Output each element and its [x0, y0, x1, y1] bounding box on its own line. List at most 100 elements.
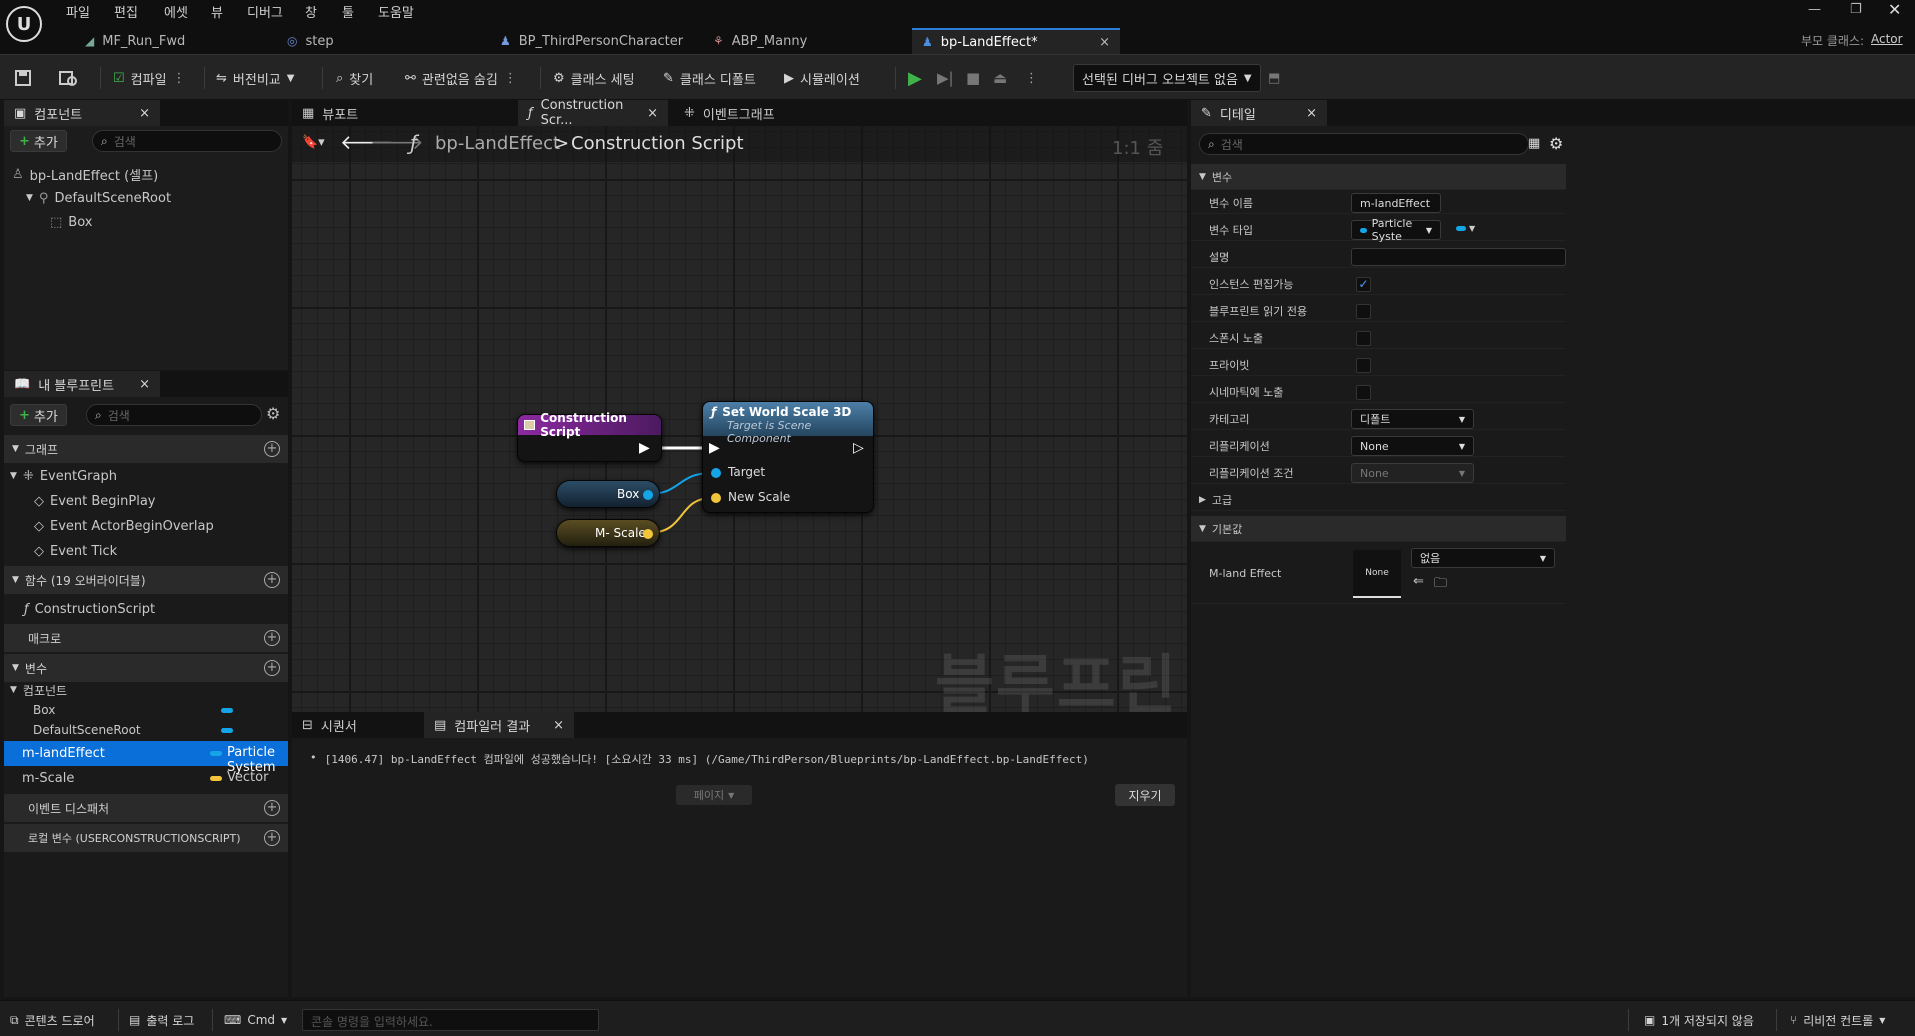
add-macro-icon[interactable]: +	[264, 630, 280, 646]
menu-window[interactable]: 창	[305, 2, 317, 21]
expose-on-spawn-checkbox[interactable]	[1356, 331, 1371, 346]
simulation-button[interactable]: ▶ 시뮬레이션	[784, 65, 860, 91]
tree-event-tick[interactable]: ◇ Event Tick	[34, 539, 117, 563]
new-scale-pin[interactable]	[711, 493, 721, 503]
var-box[interactable]: Box	[33, 699, 233, 721]
find-button[interactable]: ⌕ 찾기	[336, 65, 373, 91]
add-component-button[interactable]: + 추가	[10, 130, 67, 152]
node-mscale-getter[interactable]: M- Scale	[556, 519, 660, 547]
add-member-button[interactable]: + 추가	[10, 404, 67, 426]
close-icon[interactable]: ×	[1306, 106, 1317, 121]
tab-construction-script[interactable]: ƒ Construction Scr... ×	[518, 98, 668, 128]
tree-event-actorbeginoverlap[interactable]: ◇ Event ActorBeginOverlap	[34, 514, 214, 538]
details-section-default[interactable]: ▼ 기본값	[1191, 516, 1566, 542]
my-blueprint-search-input[interactable]: ⌕ 검색	[86, 404, 262, 426]
close-window-icon[interactable]: ✕	[1888, 0, 1901, 19]
tab-sequencer[interactable]: ⊟ 시퀀서	[292, 712, 422, 738]
debug-object-select[interactable]: 선택된 디버그 오브젝트 없음 ▼	[1073, 64, 1261, 92]
replication-condition-select[interactable]: None ▼	[1351, 463, 1474, 483]
details-section-advanced[interactable]: ▶ 고급	[1191, 489, 1566, 511]
exec-out-pin[interactable]: ▷	[853, 440, 864, 456]
tab-compiler-results[interactable]: ▤ 컴파일러 결과 ×	[424, 712, 574, 738]
unsaved-assets-button[interactable]: ▣ 1개 저장되지 않음	[1644, 1007, 1754, 1033]
save-icon[interactable]	[14, 65, 32, 91]
add-dispatcher-icon[interactable]: +	[264, 800, 280, 816]
details-search-input[interactable]: ⌕ 검색	[1199, 133, 1529, 155]
category-select[interactable]: 디폴트 ▼	[1351, 409, 1474, 429]
section-graphs[interactable]: ▼ 그래프 +	[4, 435, 288, 463]
graph-canvas[interactable]: 🔖▾ 🡐 🡒 ƒ bp-LandEffect > Construction Sc…	[292, 126, 1187, 712]
revision-control-button[interactable]: ⑂ 리비전 컨트롤 ▼	[1790, 1007, 1885, 1033]
more-icon[interactable]: ⋮	[173, 71, 186, 86]
close-icon[interactable]: ×	[553, 718, 564, 733]
section-variables[interactable]: ▼ 변수 +	[4, 654, 288, 682]
section-functions[interactable]: ▼ 함수 (19 오버라이더블) +	[4, 566, 288, 594]
tab-viewport[interactable]: ▦ 뷰포트	[292, 100, 442, 126]
console-input[interactable]: 콘솔 명령을 입력하세요.	[302, 1009, 599, 1031]
stop-icon[interactable]: ■	[966, 65, 980, 91]
variable-name-input[interactable]: m-landEffect	[1351, 193, 1441, 213]
component-defaultsceneroot[interactable]: ▼ ⚲ DefaultSceneRoot	[26, 186, 171, 210]
menu-help[interactable]: 도움말	[378, 2, 414, 21]
node-set-world-scale-3d[interactable]: ƒ Set World Scale 3D Target is Scene Com…	[702, 401, 874, 513]
hide-unrelated-button[interactable]: ⚯ 관련없음 숨김 ⋮	[405, 65, 517, 91]
restore-icon[interactable]: ❐	[1850, 2, 1862, 17]
diff-button[interactable]: ⇋ 버전비교 ▼	[216, 65, 294, 91]
output-log-button[interactable]: ▤ 출력 로그	[129, 1007, 194, 1033]
component-box[interactable]: ⬚ Box	[50, 210, 92, 234]
close-icon[interactable]: ×	[139, 377, 150, 392]
menu-file[interactable]: 파일	[66, 2, 90, 21]
tree-components-category[interactable]: ▼ 컴포넌트	[10, 679, 67, 701]
class-defaults-button[interactable]: ✎ 클래스 디폴트	[663, 65, 756, 91]
more-icon[interactable]: ⋮	[1025, 65, 1038, 91]
description-input[interactable]	[1351, 248, 1566, 266]
menu-edit[interactable]: 편집	[114, 2, 138, 21]
doc-tab-bp-landeffect[interactable]: ♟ bp-LandEffect* ×	[912, 28, 1120, 54]
details-section-variable[interactable]: ▼ 변수	[1191, 164, 1566, 190]
tree-eventgraph[interactable]: ▼ ⁜ EventGraph	[10, 464, 117, 488]
play-icon[interactable]: ▶	[908, 65, 922, 91]
exec-out-pin[interactable]: ▶	[639, 440, 650, 456]
doc-tab-step[interactable]: ◎ step	[277, 28, 487, 54]
debug-filter-icon[interactable]: ⬒	[1268, 65, 1280, 91]
browse-icon[interactable]	[58, 65, 78, 91]
add-local-variable-icon[interactable]: +	[264, 830, 280, 846]
add-function-icon[interactable]: +	[264, 572, 280, 588]
close-icon[interactable]: ×	[1099, 35, 1110, 50]
expose-cinematics-checkbox[interactable]	[1356, 385, 1371, 400]
close-icon[interactable]: ×	[139, 106, 150, 121]
add-variable-icon[interactable]: +	[264, 660, 280, 676]
menu-view[interactable]: 뷰	[211, 2, 223, 21]
blueprint-read-only-checkbox[interactable]	[1356, 304, 1371, 319]
variable-type-select[interactable]: Particle Syste ▼	[1351, 217, 1441, 243]
grid-view-icon[interactable]: ▦	[1528, 136, 1540, 151]
tab-event-graph[interactable]: ⁜ 이벤트그래프	[674, 100, 824, 126]
private-checkbox[interactable]	[1356, 358, 1371, 373]
class-settings-button[interactable]: ⚙ 클래스 세팅	[553, 65, 635, 91]
compile-button[interactable]: ☑ 컴파일 ⋮	[113, 65, 186, 91]
more-icon[interactable]: ⋮	[504, 71, 517, 86]
tree-construction-script[interactable]: ƒ ConstructionScript	[24, 597, 155, 621]
cmd-select[interactable]: ⌨ Cmd ▼	[224, 1007, 287, 1033]
menu-tools[interactable]: 툴	[342, 2, 354, 21]
expand-arrow-icon[interactable]: ▼	[26, 193, 33, 203]
tab-details[interactable]: ✎ 디테일 ×	[1191, 100, 1327, 126]
replication-select[interactable]: None ▼	[1351, 436, 1474, 456]
clear-button[interactable]: 지우기	[1115, 784, 1175, 806]
section-local-variables[interactable]: 로컬 변수 (USERCONSTRUCTIONSCRIPT) +	[4, 824, 288, 852]
tab-my-blueprint[interactable]: 📖 내 블루프린트 ×	[4, 371, 160, 397]
menu-debug[interactable]: 디버그	[247, 2, 283, 21]
minimize-icon[interactable]: —	[1808, 2, 1821, 17]
step-icon[interactable]: ▶|	[937, 65, 954, 91]
settings-gear-icon[interactable]: ⚙	[266, 404, 280, 423]
tree-event-beginplay[interactable]: ◇ Event BeginPlay	[34, 489, 156, 513]
parent-class-link[interactable]: Actor	[1871, 32, 1903, 46]
page-select[interactable]: 페이지 ▼	[676, 785, 752, 805]
box-out-pin[interactable]	[643, 490, 653, 500]
unreal-logo-icon[interactable]: U	[6, 6, 42, 42]
close-icon[interactable]: ×	[647, 106, 658, 121]
exec-in-pin[interactable]: ▶	[709, 440, 720, 456]
var-m-scale[interactable]: m-Scale Vector ◉	[4, 766, 345, 791]
var-m-landeffect[interactable]: m-landEffect Particle System ◉	[4, 741, 345, 775]
instance-editable-checkbox[interactable]: ✓	[1356, 277, 1371, 292]
